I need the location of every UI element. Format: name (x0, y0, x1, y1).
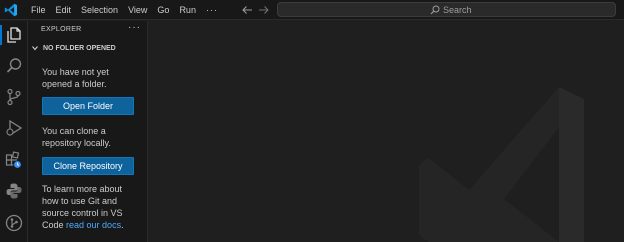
read-docs-link[interactable]: read our docs (66, 220, 121, 230)
active-indicator (0, 25, 2, 45)
message-text: . (121, 220, 124, 230)
source-control-icon[interactable] (4, 87, 24, 107)
command-center-search[interactable]: Search (277, 2, 616, 17)
title-bar: File Edit Selection View Go Run ··· Sear… (0, 0, 624, 20)
menu-selection[interactable]: Selection (76, 0, 123, 20)
explorer-icon[interactable] (4, 25, 24, 45)
vscode-logo-icon[interactable] (4, 3, 18, 17)
message-line: Code read our docs. (42, 219, 140, 231)
extensions-icon[interactable] (4, 150, 24, 170)
menu-file[interactable]: File (26, 0, 51, 20)
forward-arrow-icon[interactable] (257, 3, 271, 17)
no-folder-section-header[interactable]: NO FOLDER OPENED (31, 44, 116, 52)
chevron-down-icon (32, 46, 38, 51)
clone-repository-button[interactable]: Clone Repository (42, 157, 134, 175)
section-label: NO FOLDER OPENED (43, 44, 116, 52)
message-line: how to use Git and (42, 196, 118, 206)
git-graph-icon[interactable] (4, 213, 24, 233)
sidebar-title: EXPLORER (41, 26, 82, 33)
back-arrow-icon[interactable] (240, 3, 254, 17)
menu-bar: File Edit Selection View Go Run ··· (26, 0, 223, 20)
clone-message: You can clone a repository locally. (42, 125, 140, 149)
message-line: You can clone a (42, 126, 106, 136)
menu-view[interactable]: View (123, 0, 152, 20)
menu-go[interactable]: Go (152, 0, 174, 20)
menu-edit[interactable]: Edit (51, 0, 77, 20)
no-folder-message: You have not yet opened a folder. (42, 66, 140, 90)
search-placeholder: Search (443, 4, 472, 15)
menu-run[interactable]: Run (174, 0, 201, 20)
vscode-watermark-icon (419, 87, 584, 242)
explorer-sidebar: EXPLORER ··· NO FOLDER OPENED You have n… (28, 21, 148, 242)
message-line: You have not yet (42, 67, 109, 77)
message-line: repository locally. (42, 138, 111, 148)
message-line: source control in VS (42, 208, 123, 218)
open-folder-button[interactable]: Open Folder (42, 97, 134, 115)
search-icon[interactable] (4, 56, 24, 76)
message-line: opened a folder. (42, 79, 107, 89)
editor-area[interactable] (148, 21, 624, 242)
message-line: To learn more about (42, 184, 123, 194)
sidebar-more-button[interactable]: ··· (128, 22, 141, 33)
menu-more[interactable]: ··· (201, 0, 223, 20)
search-icon (430, 5, 440, 14)
git-docs-message: To learn more about how to use Git and s… (42, 183, 140, 231)
activity-bar (0, 21, 28, 242)
python-icon[interactable] (4, 181, 24, 201)
run-debug-icon[interactable] (4, 118, 24, 138)
message-text: Code (42, 220, 67, 230)
